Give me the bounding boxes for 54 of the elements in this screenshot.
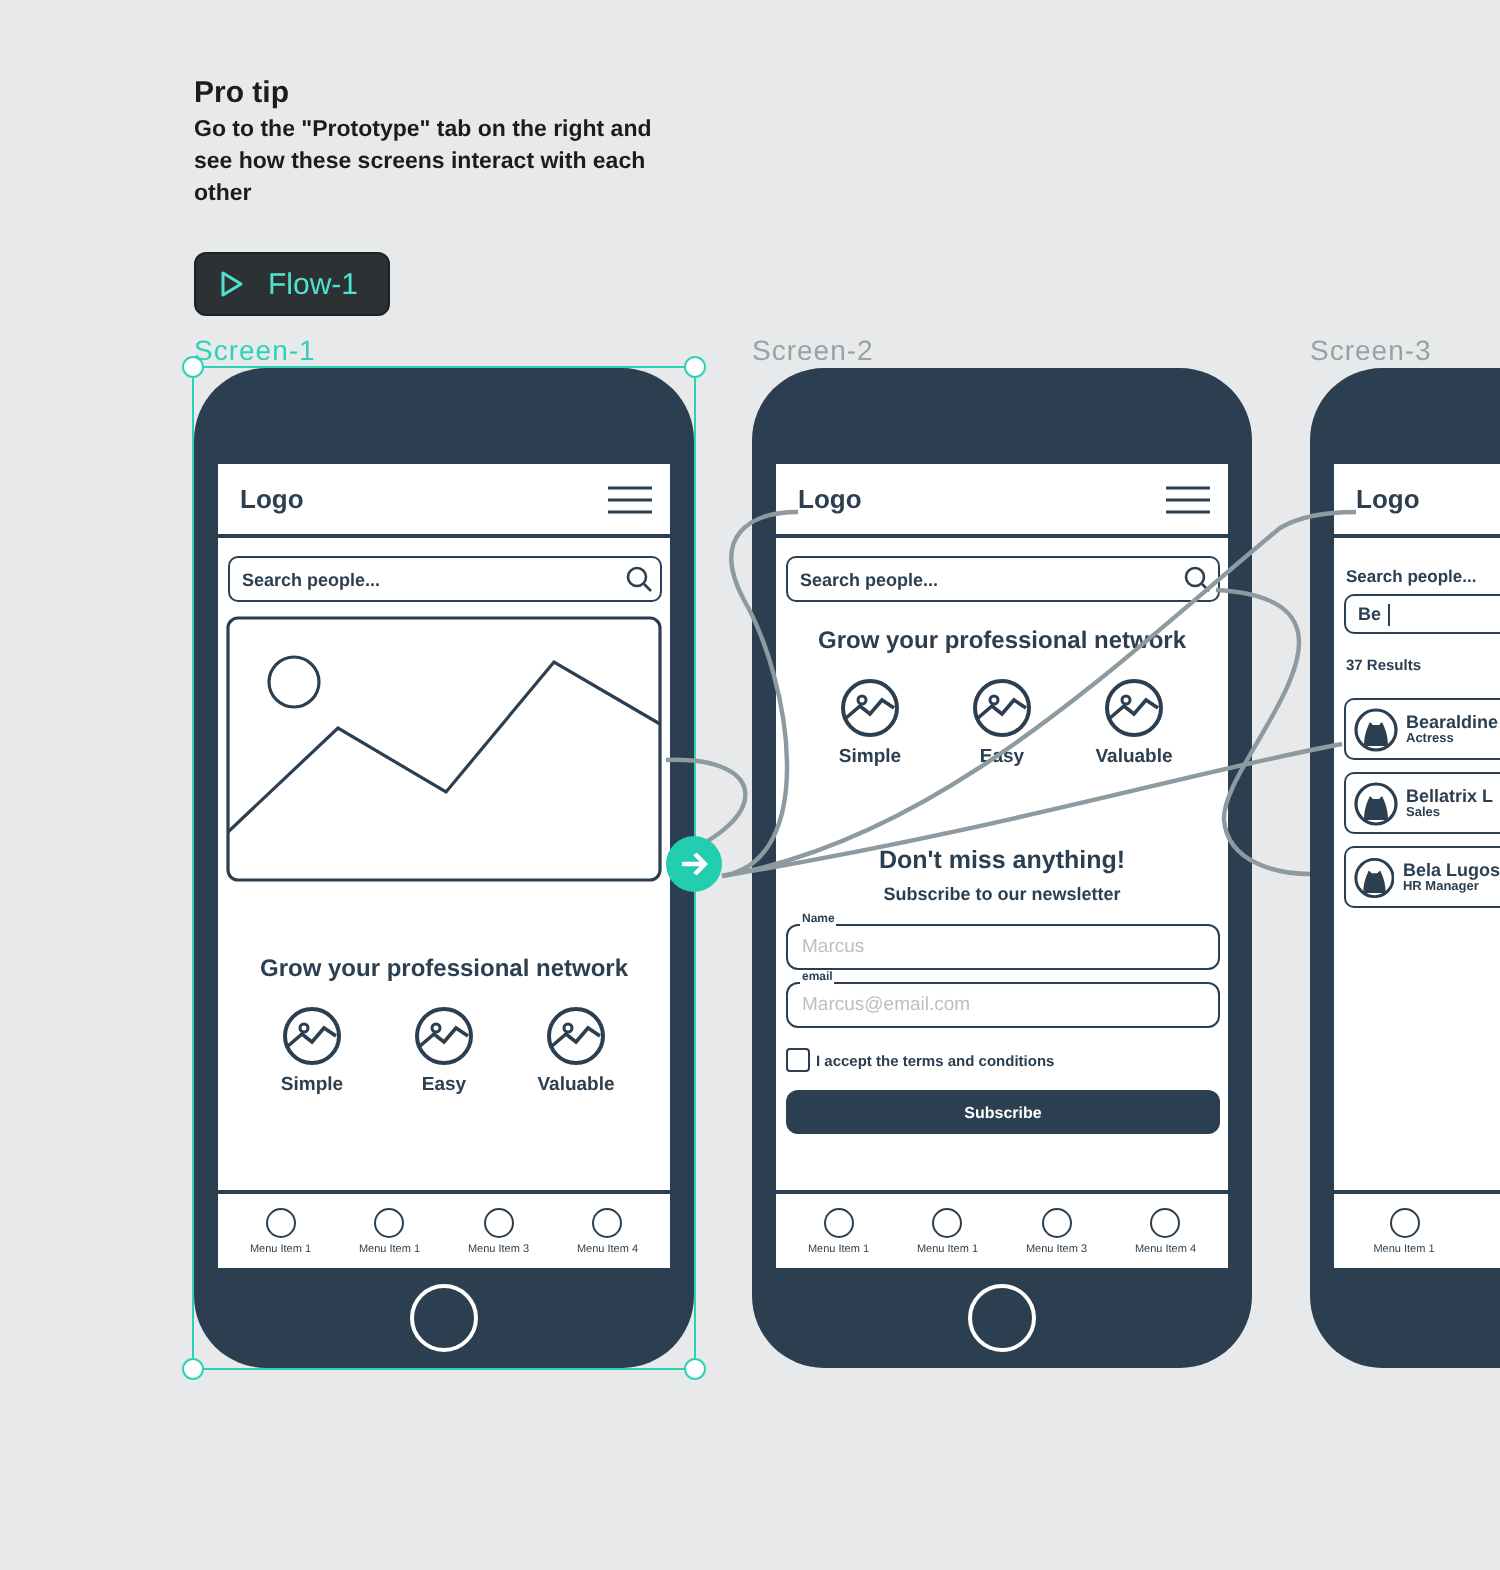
feature-label: Valuable: [537, 1074, 615, 1096]
play-icon: [220, 270, 244, 298]
result-name: Bellatrix L: [1406, 786, 1494, 806]
search-field[interactable]: Search people...: [786, 556, 1220, 602]
avatar-icon: [1354, 781, 1398, 825]
feature-label: Valuable: [1095, 746, 1173, 768]
tip-title: Pro tip: [194, 76, 291, 112]
menu-circle-icon[interactable]: [592, 1207, 623, 1237]
result-name: Bearaldine: [1406, 712, 1499, 732]
input-field[interactable]: Marcus@email.com: [786, 982, 1220, 1028]
feature-label: Simple: [280, 1074, 344, 1096]
selection-handle[interactable]: [182, 1358, 204, 1380]
selection-handle[interactable]: [684, 1358, 706, 1380]
feature-label: Easy: [421, 1074, 467, 1096]
home-button[interactable]: [968, 1284, 1036, 1352]
tip-text: Go to the "Prototype" tab on the right and see how these screens interact with each other: [194, 116, 654, 210]
logo-text: Logo: [1356, 484, 1420, 514]
logo-text: Logo: [798, 484, 862, 514]
checkbox[interactable]: [786, 1048, 810, 1072]
image-icon: [546, 1006, 606, 1066]
subscribe-button[interactable]: Subscribe: [786, 1090, 1220, 1134]
logo-text: Logo: [240, 484, 304, 514]
menu-icon[interactable]: [1166, 485, 1210, 513]
flow-button[interactable]: Flow-1: [194, 252, 390, 316]
avatar-icon: [1354, 707, 1398, 751]
search-field[interactable]: Search people...: [228, 556, 662, 602]
feature-label: Simple: [838, 746, 902, 768]
search-field[interactable]: Be: [1344, 594, 1500, 634]
image-icon: [414, 1006, 474, 1066]
menu-circle-icon[interactable]: [1150, 1207, 1181, 1237]
menu-circle-icon[interactable]: [932, 1207, 963, 1237]
search-icon: [1184, 566, 1210, 592]
image-icon: [1104, 678, 1164, 738]
menu-circle-icon[interactable]: [1041, 1207, 1072, 1237]
section-heading: Grow your professional network: [257, 954, 631, 982]
avatar-icon: [1354, 855, 1395, 899]
menu-circle-icon[interactable]: [374, 1207, 405, 1237]
image-icon: [840, 678, 900, 738]
image-icon: [282, 1006, 342, 1066]
home-button[interactable]: [410, 1284, 478, 1352]
newsletter-subtitle: Subscribe to our newsletter: [881, 884, 1123, 904]
newsletter-title: Don't miss anything!: [876, 846, 1128, 874]
menu-circle-icon[interactable]: [823, 1207, 854, 1237]
input-field[interactable]: Marcus: [786, 924, 1220, 970]
search-label: Search people...: [1346, 566, 1479, 586]
search-icon: [626, 566, 652, 592]
menu-circle-icon[interactable]: [1389, 1207, 1419, 1237]
menu-icon[interactable]: [608, 485, 652, 513]
selection-handle[interactable]: [684, 356, 706, 378]
menu-circle-icon[interactable]: [265, 1207, 296, 1237]
result-name: Bela Lugos: [1402, 860, 1500, 880]
section-heading: Grow your professional network: [815, 626, 1189, 654]
menu-circle-icon[interactable]: [483, 1207, 514, 1237]
image-icon: [972, 678, 1032, 738]
